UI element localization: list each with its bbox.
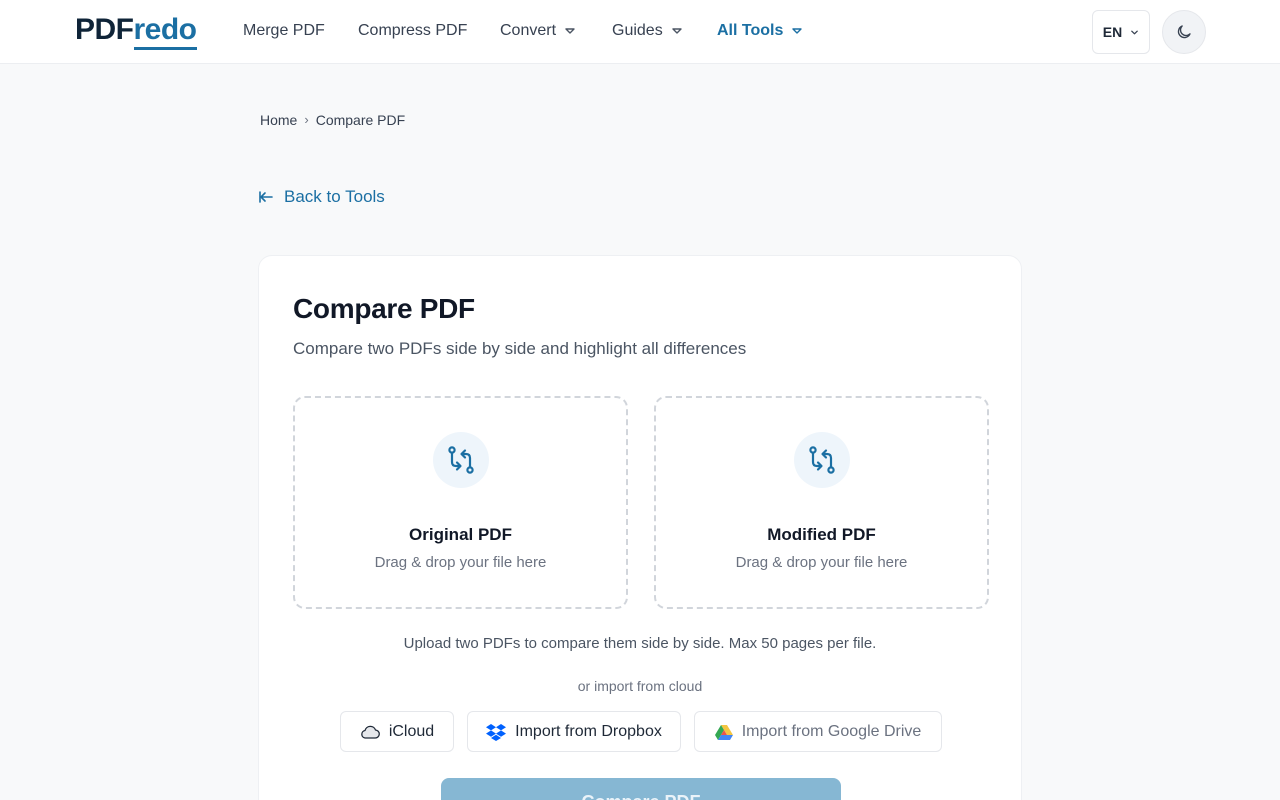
cloud-import-label: or import from cloud [577, 678, 703, 694]
page-subtitle: Compare two PDFs side by side and highli… [293, 339, 747, 358]
chevron-down-icon [565, 28, 575, 34]
compare-arrows-icon [794, 432, 850, 488]
google-drive-label: Import from Google Drive [741, 722, 922, 740]
nav-guides[interactable]: Guides [612, 20, 682, 42]
modified-pdf-hint: Drag & drop your file here [735, 554, 908, 571]
logo-part-1: PDF [75, 13, 134, 46]
back-to-tools-link[interactable]: Back to Tools [258, 186, 385, 208]
language-selector[interactable]: EN [1092, 10, 1150, 54]
modified-pdf-dropzone[interactable]: Modified PDF Drag & drop your file here [654, 396, 989, 609]
compare-pdf-button-label: Compare PDF [581, 792, 700, 800]
icloud-import-button[interactable]: iCloud [340, 711, 454, 752]
nav-merge-label: Merge PDF [243, 22, 325, 39]
top-header: PDFredo Merge PDF Compress PDF Convert G… [0, 0, 1280, 64]
dropbox-label: Import from Dropbox [515, 722, 662, 740]
icloud-icon [361, 725, 380, 739]
page-title: Compare PDF [293, 293, 475, 324]
back-to-tools-label: Back to Tools [284, 187, 385, 206]
nav-compress-label: Compress PDF [358, 22, 468, 39]
google-drive-icon [714, 724, 733, 740]
compare-pdf-button[interactable]: Compare PDF [441, 778, 841, 800]
nav-merge-pdf[interactable]: Merge PDF [243, 20, 325, 42]
compare-arrows-icon [433, 432, 489, 488]
dropbox-import-button[interactable]: Import from Dropbox [467, 711, 681, 752]
breadcrumb-separator: › [304, 112, 309, 127]
original-pdf-dropzone[interactable]: Original PDF Drag & drop your file here [293, 396, 628, 609]
nav-all-tools-label: All Tools [717, 22, 784, 39]
icloud-label: iCloud [388, 722, 435, 740]
breadcrumb: Home › Compare PDF [260, 111, 405, 129]
theme-toggle-button[interactable] [1162, 10, 1206, 54]
arrow-left-icon [259, 191, 273, 203]
language-label: EN [1102, 24, 1123, 40]
upload-limit-note: Upload two PDFs to compare them side by … [403, 635, 877, 652]
nav-convert-label: Convert [500, 22, 557, 39]
chevron-down-icon [1131, 30, 1139, 34]
nav-convert[interactable]: Convert [500, 20, 575, 42]
compare-card: Compare PDF Compare two PDFs side by sid… [258, 255, 1022, 800]
nav-guides-label: Guides [612, 22, 663, 39]
nav-all-tools[interactable]: All Tools [717, 20, 803, 42]
original-pdf-hint: Drag & drop your file here [374, 554, 547, 571]
logo[interactable]: PDFredo [75, 12, 197, 50]
original-pdf-title: Original PDF [409, 525, 512, 544]
logo-part-2: redo [133, 13, 197, 50]
dropbox-icon [486, 723, 507, 741]
google-drive-import-button[interactable]: Import from Google Drive [694, 711, 942, 752]
nav-compress-pdf[interactable]: Compress PDF [358, 20, 467, 42]
breadcrumb-home[interactable]: Home [260, 111, 297, 129]
moon-icon [1177, 25, 1191, 39]
breadcrumb-current: Compare PDF [315, 112, 406, 128]
chevron-down-icon [792, 28, 803, 34]
modified-pdf-title: Modified PDF [767, 525, 876, 544]
chevron-down-icon [672, 28, 682, 34]
